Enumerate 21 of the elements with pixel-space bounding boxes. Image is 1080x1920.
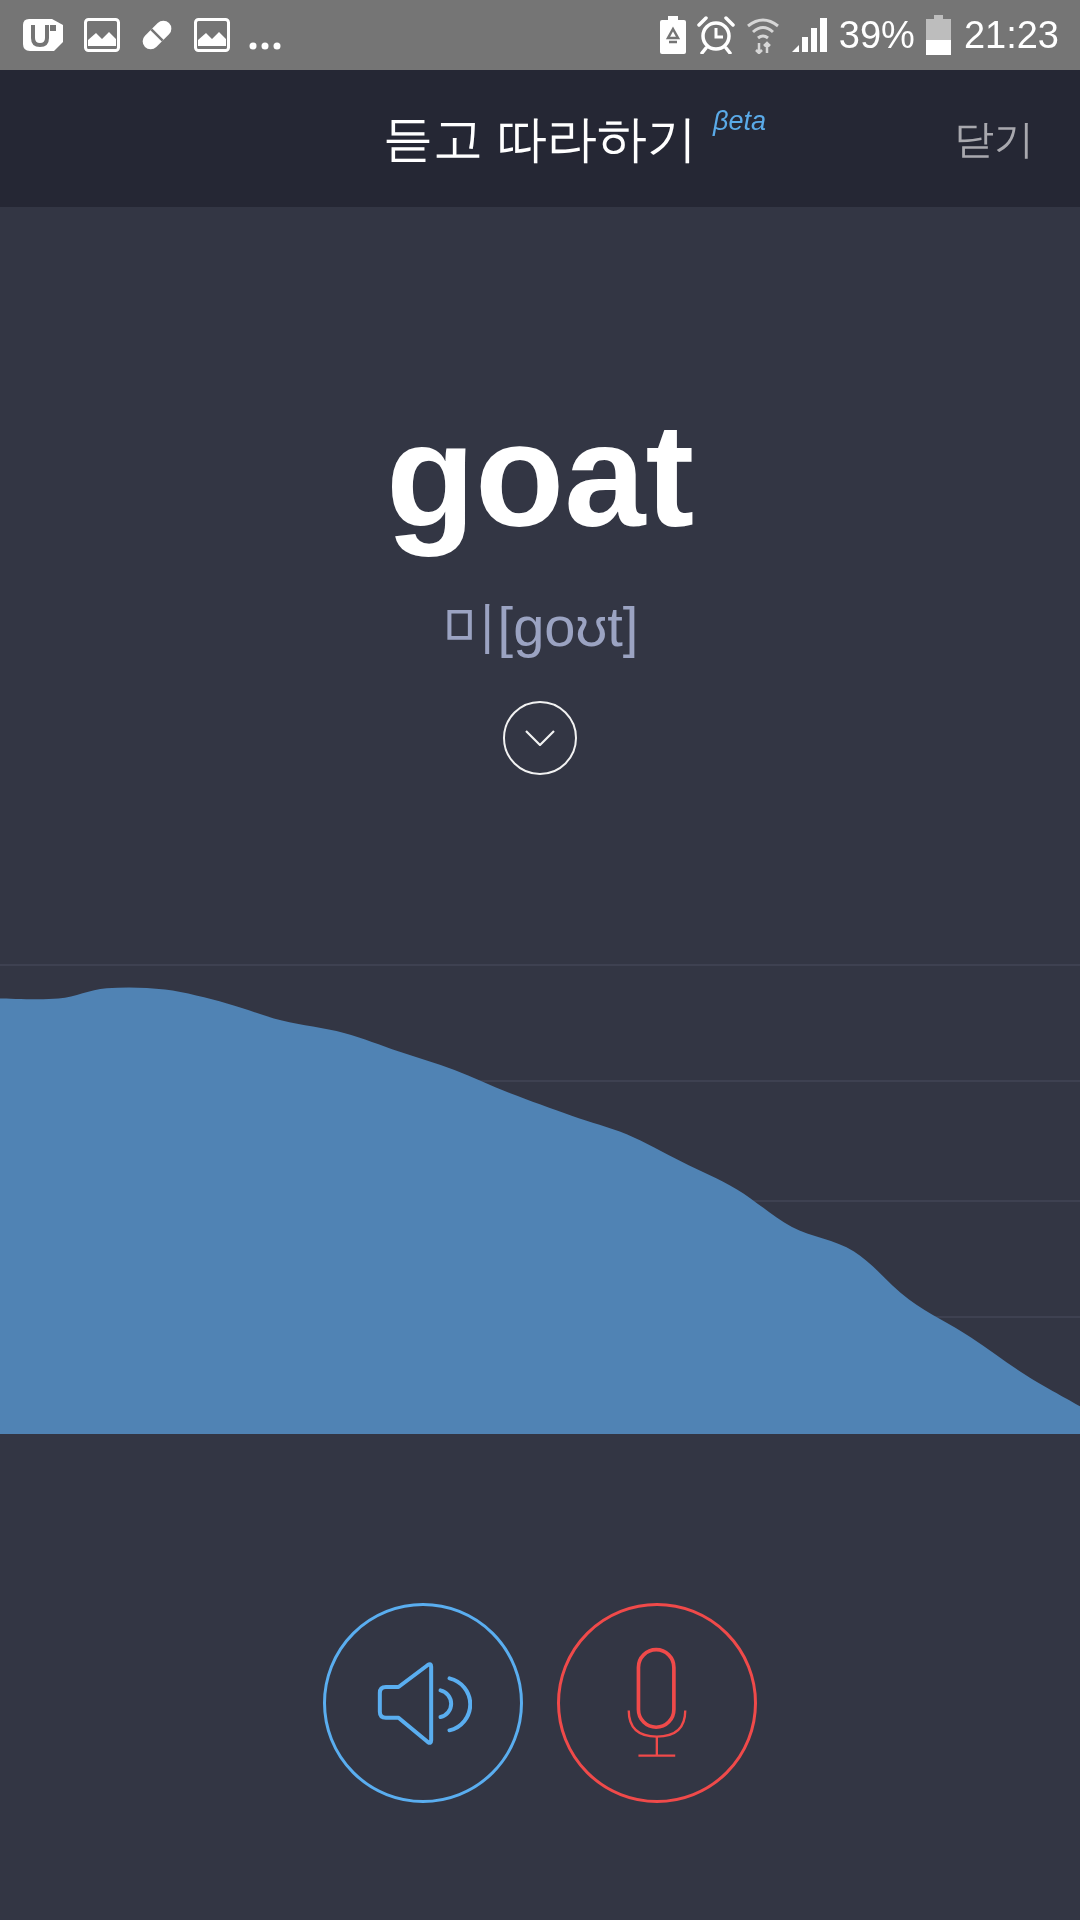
chevron-down-icon: [525, 730, 555, 747]
signal-bars-icon: [790, 18, 828, 52]
play-sound-button[interactable]: [323, 1603, 523, 1804]
record-button[interactable]: [557, 1603, 757, 1804]
image-icon: [194, 18, 230, 52]
word-text: goat: [385, 393, 695, 559]
battery-percent: 39%: [838, 16, 915, 54]
clock-time: 21:23: [963, 16, 1059, 54]
page-title: 듣고 따라하기: [383, 109, 697, 169]
more-dots-icon: [249, 42, 281, 50]
image-icon: [84, 18, 120, 52]
microphone-icon: [626, 1647, 688, 1760]
close-button[interactable]: 닫기: [954, 114, 1034, 163]
expand-button[interactable]: [503, 701, 577, 776]
battery-icon: [925, 15, 951, 55]
app-logo-icon: [21, 17, 65, 53]
wifi-icon: [745, 16, 780, 54]
pronunciation-text: 미[goʊt]: [441, 594, 639, 661]
battery-saver-icon: [659, 16, 686, 54]
beta-label: βeta: [712, 104, 766, 137]
alarm-clock-icon: [696, 16, 735, 54]
